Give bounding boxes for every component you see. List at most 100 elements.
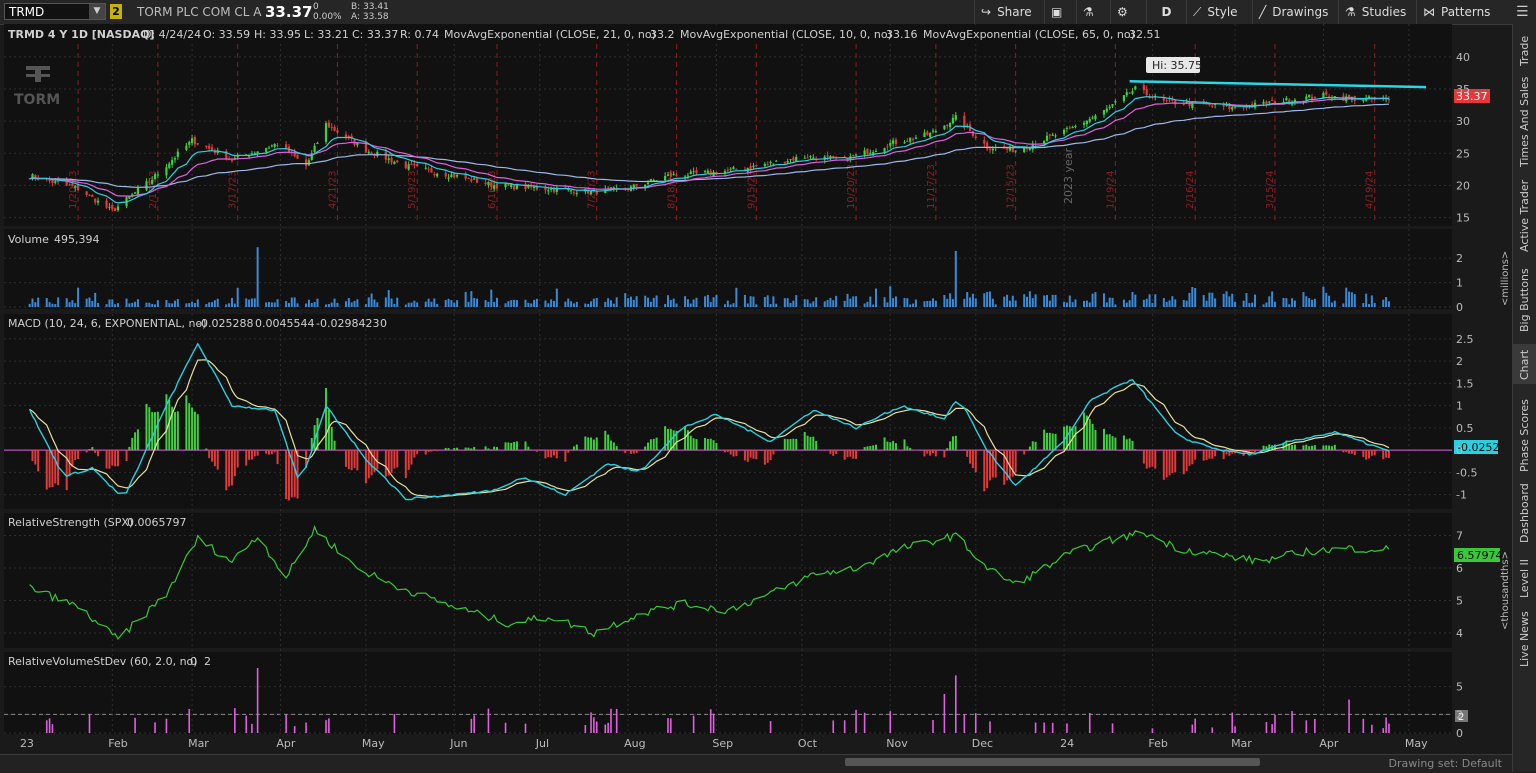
side-tab-level2[interactable]: Level II bbox=[1513, 554, 1536, 599]
price-candle bbox=[886, 146, 888, 147]
volume-bar bbox=[468, 302, 470, 307]
style-button[interactable]: ⟋Style bbox=[1186, 0, 1252, 24]
side-tab-big-buttons[interactable]: Big Buttons bbox=[1513, 264, 1536, 334]
macd-histogram-bar bbox=[852, 450, 854, 459]
macd-histogram-bar bbox=[496, 447, 498, 450]
volume-bar bbox=[1106, 302, 1108, 307]
side-tab-live-news[interactable]: Live News bbox=[1513, 609, 1536, 669]
flask-button[interactable]: ⚗ bbox=[1076, 0, 1110, 24]
macd-histogram-bar bbox=[277, 450, 279, 464]
volume-bar bbox=[328, 304, 330, 307]
rvs-bar bbox=[525, 724, 527, 733]
price-candle bbox=[735, 169, 737, 170]
price-candle bbox=[445, 173, 447, 177]
price-candle bbox=[1131, 91, 1133, 94]
macd-histogram-bar bbox=[553, 450, 555, 455]
price-candle bbox=[727, 170, 729, 171]
volume-bar bbox=[915, 300, 917, 307]
volume-bar bbox=[1243, 301, 1245, 307]
macd-histogram-bar bbox=[1254, 450, 1256, 452]
volume-bar bbox=[191, 302, 193, 307]
side-tab-chart[interactable]: Chart bbox=[1513, 344, 1536, 384]
volume-bar bbox=[710, 302, 712, 307]
volume-bar bbox=[456, 300, 458, 307]
macd-histogram-bar bbox=[351, 450, 353, 470]
macd-tick-label: 2 bbox=[1456, 355, 1463, 368]
price-candle bbox=[1069, 127, 1071, 128]
volume-bar bbox=[1251, 303, 1253, 307]
volume-bar bbox=[1325, 293, 1327, 307]
price-candle bbox=[647, 183, 649, 184]
rvs-bar bbox=[975, 713, 977, 733]
aggregation-button[interactable]: D bbox=[1146, 0, 1186, 24]
menu-icon[interactable]: ☰ bbox=[1516, 4, 1532, 20]
volume-bar bbox=[516, 300, 518, 307]
macd-histogram-bar bbox=[730, 450, 732, 454]
volume-bar bbox=[413, 301, 415, 307]
volume-bar bbox=[34, 302, 36, 307]
camera-button[interactable]: ▣ bbox=[1044, 0, 1076, 24]
price-candle bbox=[875, 151, 877, 152]
price-candle bbox=[1362, 100, 1364, 101]
price-candle bbox=[909, 138, 911, 142]
chevron-down-icon[interactable]: ▼ bbox=[89, 4, 105, 19]
volume-bar bbox=[448, 299, 450, 307]
macd-histogram-bar bbox=[54, 450, 56, 483]
macd-histogram-bar bbox=[1203, 450, 1205, 460]
macd-histogram-bar bbox=[767, 450, 769, 463]
rvs-bar bbox=[154, 722, 156, 733]
share-button[interactable]: ↪Share bbox=[974, 0, 1044, 24]
macd-histogram-bar bbox=[1302, 445, 1304, 450]
volume-bar bbox=[108, 299, 110, 307]
volume-bar bbox=[268, 302, 270, 307]
volume-bar bbox=[755, 304, 757, 307]
link-badge[interactable]: 2 bbox=[110, 4, 122, 19]
volume-bar bbox=[436, 304, 438, 307]
volume-bar bbox=[904, 298, 906, 307]
symbol-input[interactable]: TRMD ▼ bbox=[4, 3, 106, 20]
volume-bar bbox=[1228, 296, 1230, 307]
volume-bar bbox=[1362, 303, 1364, 307]
price-candle bbox=[134, 192, 136, 193]
rvs-bar bbox=[294, 726, 296, 733]
volume-bar bbox=[31, 299, 33, 307]
macd-histogram-bar bbox=[114, 450, 116, 466]
side-tab-times-sales[interactable]: Times And Sales bbox=[1513, 79, 1536, 169]
price-candle bbox=[775, 161, 777, 162]
side-tab-phase-scores[interactable]: Phase Scores bbox=[1513, 394, 1536, 474]
volume-bar bbox=[1154, 294, 1156, 307]
volume-bar bbox=[909, 304, 911, 307]
patterns-button[interactable]: ⋈Patterns bbox=[1416, 0, 1510, 24]
side-tab-active-trader[interactable]: Active Trader bbox=[1513, 174, 1536, 254]
volume-bar bbox=[852, 296, 854, 307]
top-toolbar: TRMD ▼ 2 TORM PLC COM CL A 33.37 0 0.00%… bbox=[0, 0, 1536, 25]
volume-bar bbox=[385, 297, 387, 307]
price-candle bbox=[410, 164, 412, 165]
drawings-button[interactable]: ╱Drawings bbox=[1252, 0, 1338, 24]
settings-button[interactable]: ⚙ bbox=[1110, 0, 1146, 24]
time-scrollbar[interactable] bbox=[845, 758, 1260, 766]
macd-histogram-bar bbox=[787, 439, 789, 450]
volume-bar bbox=[790, 303, 792, 307]
rvs-bar bbox=[585, 725, 587, 733]
volume-bar bbox=[1163, 298, 1165, 307]
macd-histogram-bar bbox=[704, 438, 706, 450]
volume-bar bbox=[1089, 302, 1091, 307]
macd-histogram-bar bbox=[265, 450, 267, 454]
volume-bar bbox=[1234, 302, 1236, 307]
studies-button[interactable]: ⚗Studies bbox=[1338, 0, 1416, 24]
volume-bar bbox=[77, 288, 79, 307]
side-tab-trade[interactable]: Trade bbox=[1513, 24, 1536, 74]
price-candle bbox=[331, 127, 333, 128]
macd-histogram-bar bbox=[197, 414, 199, 450]
macd-histogram-bar bbox=[1183, 450, 1185, 474]
price-header: TRMD 4 Y 1D [NASDAQ] D: 4/24/24 O: 33.59… bbox=[4, 25, 1204, 42]
volume-bar bbox=[291, 298, 293, 307]
side-tab-dashboard[interactable]: Dashboard bbox=[1513, 479, 1536, 544]
volume-bar bbox=[1123, 300, 1125, 307]
macd-histogram-bar bbox=[727, 450, 729, 452]
chart-area[interactable]: TORM 1/20/232/17/233/17/234/21/235/19/23… bbox=[0, 24, 1512, 754]
macd-histogram-bar bbox=[1126, 439, 1128, 450]
macd-histogram-bar bbox=[884, 437, 886, 450]
price-candle bbox=[467, 178, 469, 179]
